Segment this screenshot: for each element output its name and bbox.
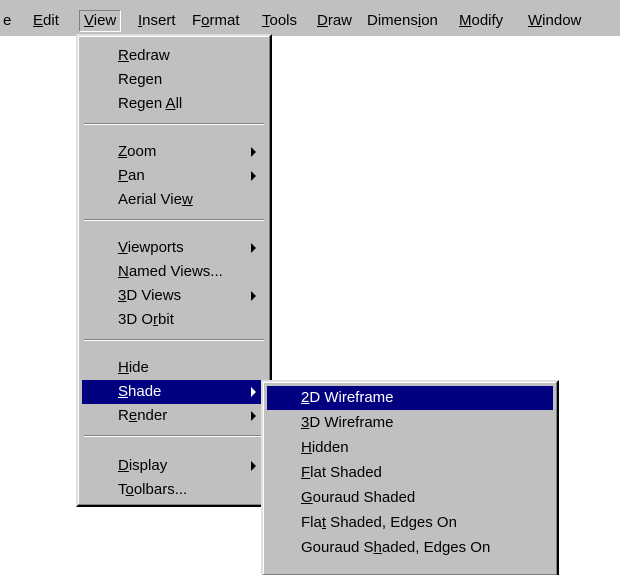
menu-item-label: 3D Orbit <box>118 311 174 328</box>
menu-item-viewports[interactable]: Viewports <box>82 236 266 260</box>
menu-item-3d-views[interactable]: 3D Views <box>82 284 266 308</box>
menu-item-label: Regen All <box>118 95 183 112</box>
menu-file[interactable]: e <box>0 10 15 32</box>
view-menu-dropdown: Redraw Regen Regen All Zoom Pan Aerial V… <box>76 34 272 507</box>
menu-item-label: Hidden <box>301 439 349 456</box>
menu-item-redraw[interactable]: Redraw <box>82 44 266 68</box>
menu-item-label: Toolbars... <box>118 481 188 498</box>
menu-item-label: Display <box>118 457 168 474</box>
menu-item-hidden[interactable]: Hidden <box>267 436 553 460</box>
submenu-arrow-icon <box>251 461 256 471</box>
menu-item-label: Viewports <box>118 239 184 256</box>
menu-item-label: 2D Wireframe <box>301 389 394 406</box>
submenu-arrow-icon <box>251 411 256 421</box>
menu-item-flat-shaded-edges-on[interactable]: Flat Shaded, Edges On <box>267 511 553 535</box>
menu-item-aerial-view[interactable]: Aerial View <box>82 188 266 212</box>
menu-item-3d-wireframe[interactable]: 3D Wireframe <box>267 411 553 435</box>
menu-separator <box>84 435 264 437</box>
menu-item-label: Regen <box>118 71 163 88</box>
menu-edit[interactable]: Edit <box>29 10 63 32</box>
menu-dimension[interactable]: Dimension <box>363 10 442 32</box>
submenu-arrow-icon <box>251 291 256 301</box>
menu-item-label: Hide <box>118 359 149 376</box>
menu-item-named-views[interactable]: Named Views... <box>82 260 266 284</box>
menu-item-regen-all[interactable]: Regen All <box>82 92 266 116</box>
menu-item-label: Render <box>118 407 168 424</box>
menu-item-label: Gouraud Shaded, Edges On <box>301 539 491 556</box>
menu-item-label: Gouraud Shaded <box>301 489 416 506</box>
menu-item-label: Shade <box>118 383 162 400</box>
menu-modify[interactable]: Modify <box>455 10 507 32</box>
menu-item-label: 3D Views <box>118 287 182 304</box>
menu-item-label: Flat Shaded <box>301 464 382 481</box>
menu-item-pan[interactable]: Pan <box>82 164 266 188</box>
menu-draw[interactable]: Draw <box>313 10 356 32</box>
menu-item-3d-orbit[interactable]: 3D Orbit <box>82 308 266 332</box>
menu-item-zoom[interactable]: Zoom <box>82 140 266 164</box>
submenu-arrow-icon <box>251 171 256 181</box>
menu-item-label: Aerial View <box>118 191 193 208</box>
submenu-arrow-icon <box>251 387 256 397</box>
submenu-arrow-icon <box>251 243 256 253</box>
menu-insert[interactable]: Insert <box>134 10 180 32</box>
menu-item-display[interactable]: Display <box>82 454 266 478</box>
menu-item-regen[interactable]: Regen <box>82 68 266 92</box>
menu-item-2d-wireframe[interactable]: 2D Wireframe <box>267 386 553 410</box>
menu-item-label: Flat Shaded, Edges On <box>301 514 457 531</box>
menu-separator <box>84 123 264 125</box>
menu-item-gouraud-shaded[interactable]: Gouraud Shaded <box>267 486 553 510</box>
menu-window[interactable]: Window <box>524 10 585 32</box>
menu-view[interactable]: View <box>79 10 122 32</box>
submenu-arrow-icon <box>251 147 256 157</box>
menu-item-flat-shaded[interactable]: Flat Shaded <box>267 461 553 485</box>
menu-item-toolbars[interactable]: Toolbars... <box>82 478 266 502</box>
menu-item-label: Zoom <box>118 143 157 160</box>
menu-item-render[interactable]: Render <box>82 404 266 428</box>
menu-bar: e Edit View Insert Format Tools Draw Dim… <box>0 0 620 36</box>
menu-tools[interactable]: Tools <box>258 10 301 32</box>
shade-submenu: 2D Wireframe 3D Wireframe Hidden Flat Sh… <box>261 380 559 575</box>
menu-item-shade[interactable]: Shade <box>82 380 266 404</box>
menu-item-label: Pan <box>118 167 145 184</box>
menu-separator <box>84 219 264 221</box>
menu-separator <box>84 339 264 341</box>
menu-item-label: 3D Wireframe <box>301 414 394 431</box>
menu-format[interactable]: Format <box>188 10 244 32</box>
menu-item-label: Redraw <box>118 47 170 64</box>
menu-item-hide[interactable]: Hide <box>82 356 266 380</box>
menu-item-label: Named Views... <box>118 263 223 280</box>
menu-item-gouraud-shaded-edges-on[interactable]: Gouraud Shaded, Edges On <box>267 536 553 560</box>
